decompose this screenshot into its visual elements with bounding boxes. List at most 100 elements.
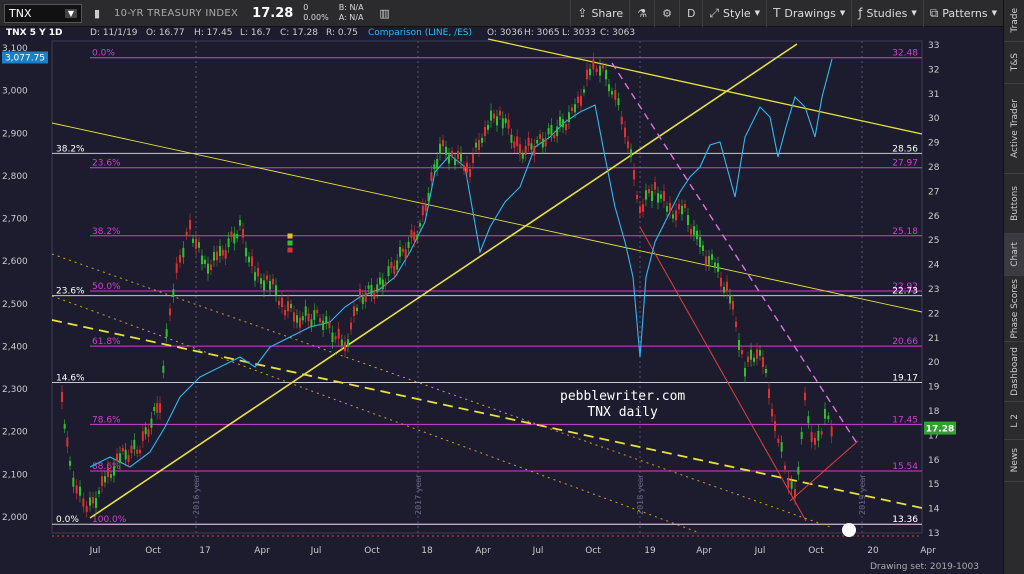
candle-body [293,312,295,322]
right-sidebar: Trade T&S Active Trader Buttons Chart Ph… [1003,0,1024,574]
candle-body [720,277,722,287]
candle-body [614,90,617,100]
candle-body [501,118,504,129]
candle-body [376,284,379,293]
drawings-label: Drawings [784,6,836,20]
chevron-down-icon: ▼ [911,9,917,17]
candle-body [79,486,81,496]
candle-body [807,416,810,424]
candle-body [663,191,665,202]
candles-layer [61,52,833,518]
style-button[interactable]: ⤢ Style ▼ [702,0,766,27]
tab-buttons[interactable]: Buttons [1004,174,1024,234]
tab-label: Dashboard [1009,347,1020,396]
candle-body [723,286,725,293]
symbol-selector[interactable]: TNX ▼ [4,3,82,23]
fib-white-value: 13.36 [892,515,918,525]
fib-level-value: 15.54 [892,462,918,472]
signal-marker [287,240,293,246]
candle-body [92,497,94,504]
aggregation-label: D [686,6,696,20]
candle-body [611,91,613,95]
candle-body [820,431,823,435]
patterns-button[interactable]: ⧉ Patterns ▼ [922,0,1003,27]
candle-body [487,124,489,130]
candle-body [266,275,268,280]
candle-body [577,96,579,103]
candle-body [765,368,767,374]
candle-body [645,190,647,200]
share-label: Share [591,6,624,20]
candle-body [82,498,85,507]
candle-body [404,249,407,260]
tab-news[interactable]: News [1004,440,1024,482]
candle-body [337,328,340,339]
candle-body [448,154,450,164]
settings-button[interactable]: ⚙ [654,0,679,27]
tab-phase-scores[interactable]: Phase Scores [1004,276,1024,342]
tab-level-2[interactable]: L 2 [1004,402,1024,440]
studies-button[interactable]: ƒ Studies ▼ [851,0,922,27]
candle-body [565,123,567,131]
ohlc-close: C: 17.28 [280,28,318,38]
fib-white-value: 28.56 [892,144,918,154]
bottom-axis-tick: Oct [808,546,824,556]
candle-body [595,68,598,72]
candle-body [121,447,124,452]
tab-time-and-sales[interactable]: T&S [1004,42,1024,84]
ohlc-low: L: 16.7 [240,28,271,38]
aggregation-button[interactable]: D [678,0,702,27]
candle-body [817,430,820,441]
candle-body [433,164,436,170]
candle-body [361,296,364,304]
left-axis-tick: 2,400 [2,342,28,352]
drawings-button[interactable]: T Drawings ▼ [766,0,851,27]
price-marker-dot [842,523,856,537]
candle-body [113,466,115,476]
tab-trade[interactable]: Trade [1004,0,1024,42]
right-axis-tick: 30 [928,114,940,124]
right-axis-tick: 23 [928,285,939,295]
candle-body [204,259,206,264]
candle-body [141,431,144,441]
candle-body [708,256,710,265]
candle-body [248,256,250,263]
drawing-set-label: Drawing set: 2019-1003 [870,562,979,572]
candle-body [413,231,416,241]
studies-icon: ƒ [858,6,863,20]
candle-body [216,251,218,261]
candle-body [95,497,97,508]
candle-body [299,317,301,328]
candle-body [407,241,410,249]
bottom-axis-tick: 17 [199,546,210,556]
candle-body [421,205,424,216]
link-icon[interactable]: ▮ [90,6,104,20]
candle-body [175,263,178,273]
year-marker-label: 2018 year [636,474,645,515]
candle-body [602,65,604,69]
bid-value: B: N/A [338,3,364,12]
chart-canvas[interactable]: TNX 5 Y 1D D: 11/1/19 O: 16.77 H: 17.45 … [0,27,1003,574]
candle-body [165,329,168,337]
share-button[interactable]: ⇪ Share [570,0,629,27]
fib-white-percent: 23.6% [56,287,85,297]
tab-chart[interactable]: Chart [1004,234,1024,276]
price-chart[interactable]: TNX 5 Y 1D D: 11/1/19 O: 16.77 H: 17.45 … [0,27,1003,574]
candle-body [454,158,456,166]
tab-dashboard[interactable]: Dashboard [1004,342,1024,402]
patterns-label: Patterns [942,6,988,20]
fib-level-percent: 0.0% [92,49,115,59]
falling-trendline-top [487,38,923,135]
bottom-axis-tick: Apr [920,546,936,556]
candle-body [784,465,786,470]
flask-button[interactable]: ⚗ [629,0,654,27]
tab-active-trader[interactable]: Active Trader [1004,84,1024,174]
candle-body [533,145,536,156]
candle-body [85,505,88,513]
candle-body [804,392,806,401]
right-axis-tick: 16 [928,456,940,466]
bars-icon[interactable]: ▥ [378,6,392,20]
chevron-down-icon[interactable]: ▼ [64,8,77,18]
fib-level-percent: 61.8% [92,337,121,347]
candle-body [574,104,576,113]
